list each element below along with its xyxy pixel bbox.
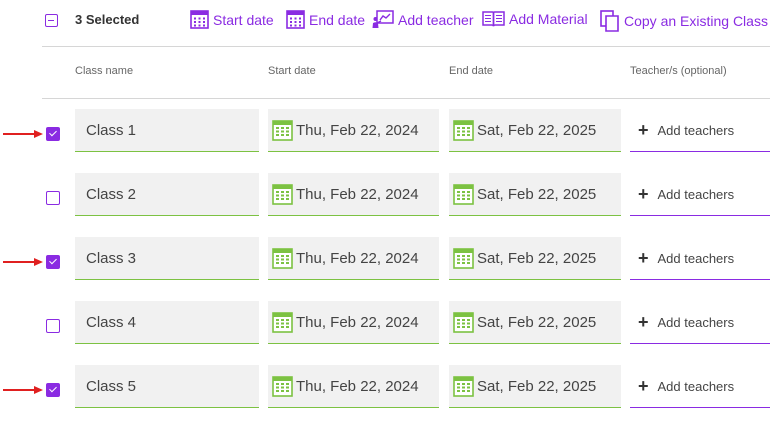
- class-name-value: Class 1: [86, 121, 137, 139]
- red-arrow-icon: [3, 130, 43, 138]
- row-checkbox[interactable]: [46, 383, 60, 397]
- class-name-input[interactable]: Class 2: [75, 173, 259, 216]
- add-teachers-button[interactable]: + Add teachers: [630, 109, 770, 152]
- end-date-input[interactable]: Sat, Feb 22, 2025: [449, 237, 621, 280]
- add-teachers-label: Add teachers: [657, 250, 735, 266]
- plus-icon: +: [638, 184, 649, 204]
- start-date-input[interactable]: Thu, Feb 22, 2024: [268, 365, 439, 408]
- calendar-icon: [272, 119, 293, 141]
- calendar-icon: [453, 183, 474, 205]
- calendar-icon: [272, 311, 293, 333]
- end-date-value: Sat, Feb 22, 2025: [477, 377, 597, 395]
- add-teachers-label: Add teachers: [657, 186, 735, 202]
- class-name-input[interactable]: Class 3: [75, 237, 259, 280]
- calendar-icon: [453, 247, 474, 269]
- book-icon: [482, 11, 505, 27]
- class-name-input[interactable]: Class 1: [75, 109, 259, 152]
- select-all-checkbox[interactable]: [45, 14, 58, 27]
- teacher-board-icon: [372, 10, 394, 28]
- calendar-icon: [272, 247, 293, 269]
- calendar-icon: [272, 183, 293, 205]
- class-name-value: Class 2: [86, 185, 137, 203]
- red-arrow-icon: [3, 258, 43, 266]
- divider: [42, 46, 770, 47]
- class-name-value: Class 3: [86, 249, 137, 267]
- add-teacher-button-label: Add teacher: [398, 11, 474, 28]
- column-header-start-date: Start date: [268, 65, 316, 77]
- class-name-value: Class 5: [86, 377, 137, 395]
- class-row: Class 1 Thu, Feb 22, 2024 Sat, Feb 22, 2…: [0, 109, 770, 153]
- class-row: Class 4 Thu, Feb 22, 2024 Sat, Feb 22, 2…: [0, 301, 770, 345]
- row-checkbox[interactable]: [46, 127, 60, 141]
- row-checkbox[interactable]: [46, 191, 60, 205]
- row-checkbox[interactable]: [46, 319, 60, 333]
- selected-count: 3 Selected: [75, 12, 140, 27]
- column-header-class-name: Class name: [75, 65, 134, 77]
- start-date-value: Thu, Feb 22, 2024: [296, 377, 419, 395]
- end-date-input[interactable]: Sat, Feb 22, 2025: [449, 301, 621, 344]
- calendar-icon: [272, 375, 293, 397]
- plus-icon: +: [638, 376, 649, 396]
- add-teachers-label: Add teachers: [657, 122, 735, 138]
- start-date-value: Thu, Feb 22, 2024: [296, 249, 419, 267]
- add-teachers-button[interactable]: + Add teachers: [630, 237, 770, 280]
- start-date-input[interactable]: Thu, Feb 22, 2024: [268, 109, 439, 152]
- column-header-end-date: End date: [449, 65, 494, 77]
- add-teachers-label: Add teachers: [657, 314, 735, 330]
- start-date-input[interactable]: Thu, Feb 22, 2024: [268, 173, 439, 216]
- column-header-teachers: Teacher/s (optional): [630, 65, 727, 77]
- class-row: Class 2 Thu, Feb 22, 2024 Sat, Feb 22, 2…: [0, 173, 770, 217]
- plus-icon: +: [638, 120, 649, 140]
- toolbar: 3 Selected Start date End date Add teach…: [0, 0, 770, 44]
- end-date-value: Sat, Feb 22, 2025: [477, 249, 597, 267]
- end-date-input[interactable]: Sat, Feb 22, 2025: [449, 365, 621, 408]
- row-checkbox[interactable]: [46, 255, 60, 269]
- add-teachers-label: Add teachers: [657, 378, 735, 394]
- end-date-button-label: End date: [309, 11, 366, 28]
- copy-existing-class-button[interactable]: Copy an Existing Class: [600, 10, 768, 32]
- start-date-input[interactable]: Thu, Feb 22, 2024: [268, 301, 439, 344]
- calendar-icon: [453, 119, 474, 141]
- add-material-button-label: Add Material: [509, 11, 588, 27]
- add-material-button[interactable]: Add Material: [482, 10, 588, 28]
- red-arrow-icon: [3, 386, 43, 394]
- class-name-value: Class 4: [86, 313, 137, 331]
- calendar-icon: [190, 10, 209, 29]
- start-date-value: Thu, Feb 22, 2024: [296, 121, 419, 139]
- copy-existing-class-button-label: Copy an Existing Class: [624, 13, 768, 29]
- add-teachers-button[interactable]: + Add teachers: [630, 365, 770, 408]
- end-date-value: Sat, Feb 22, 2025: [477, 185, 597, 203]
- class-row: Class 3 Thu, Feb 22, 2024 Sat, Feb 22, 2…: [0, 237, 770, 281]
- class-row: Class 5 Thu, Feb 22, 2024 Sat, Feb 22, 2…: [0, 365, 770, 409]
- start-date-input[interactable]: Thu, Feb 22, 2024: [268, 237, 439, 280]
- calendar-icon: [453, 375, 474, 397]
- class-name-input[interactable]: Class 5: [75, 365, 259, 408]
- end-date-value: Sat, Feb 22, 2025: [477, 313, 597, 331]
- end-date-button[interactable]: End date: [286, 10, 365, 29]
- add-teacher-button[interactable]: Add teacher: [372, 10, 474, 29]
- class-name-input[interactable]: Class 4: [75, 301, 259, 344]
- start-date-button-label: Start date: [213, 11, 274, 28]
- end-date-input[interactable]: Sat, Feb 22, 2025: [449, 173, 621, 216]
- start-date-value: Thu, Feb 22, 2024: [296, 313, 419, 331]
- plus-icon: +: [638, 312, 649, 332]
- plus-icon: +: [638, 248, 649, 268]
- copy-icon: [600, 10, 619, 32]
- divider: [42, 98, 770, 99]
- end-date-value: Sat, Feb 22, 2025: [477, 121, 597, 139]
- calendar-icon: [453, 311, 474, 333]
- add-teachers-button[interactable]: + Add teachers: [630, 301, 770, 344]
- calendar-icon: [286, 10, 305, 29]
- start-date-button[interactable]: Start date: [190, 10, 274, 29]
- start-date-value: Thu, Feb 22, 2024: [296, 185, 419, 203]
- end-date-input[interactable]: Sat, Feb 22, 2025: [449, 109, 621, 152]
- add-teachers-button[interactable]: + Add teachers: [630, 173, 770, 216]
